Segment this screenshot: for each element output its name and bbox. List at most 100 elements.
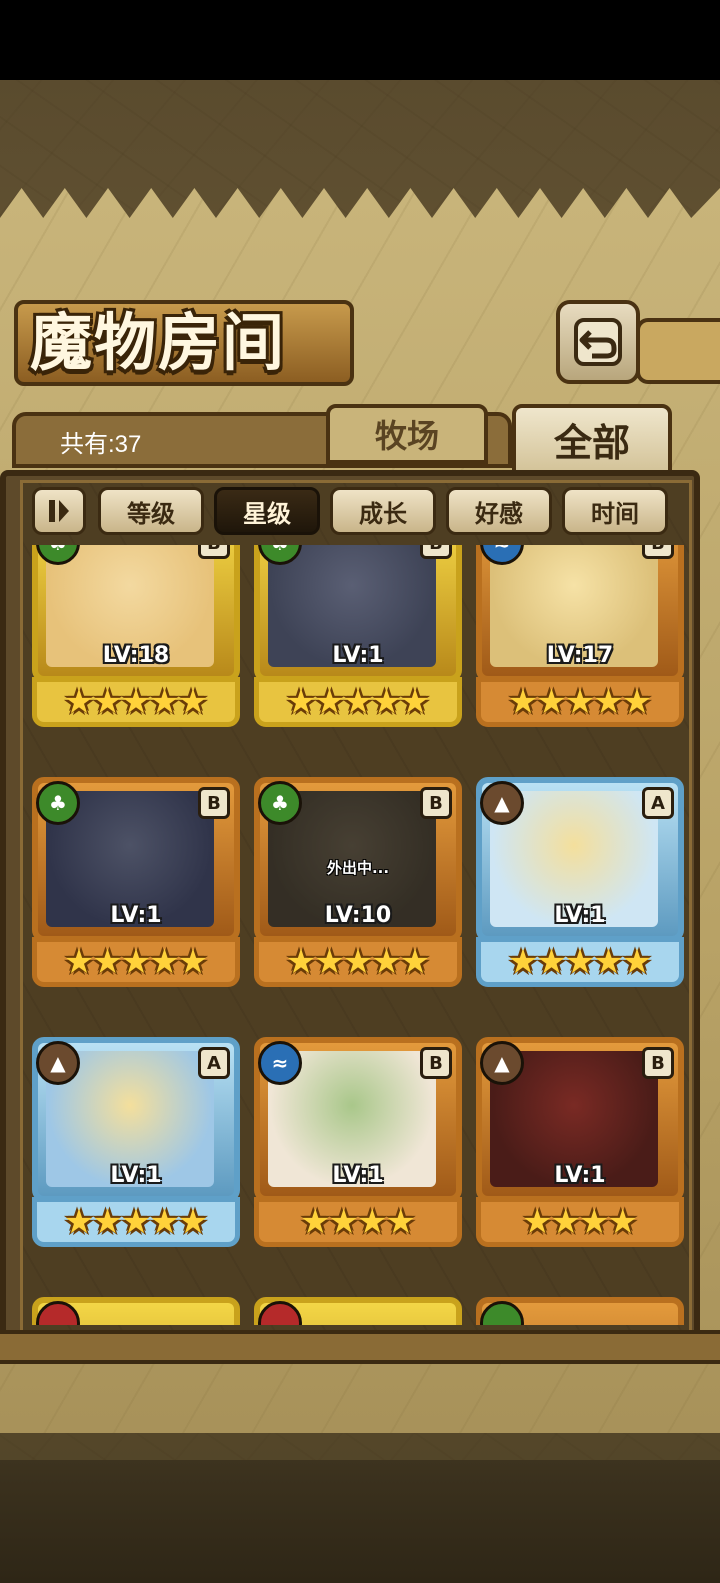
star-icon: ★ xyxy=(63,682,95,722)
star-icon: ★ xyxy=(120,1202,152,1242)
earth-element-icon: ▲ xyxy=(480,1041,524,1085)
monster-grid: ♣BLV:18★★★★★♣BLV:1★★★★★≈BLV:17★★★★★♣BLV:… xyxy=(28,545,688,1325)
star-rating: ★ ★ ★ ★ ★ xyxy=(32,1197,240,1247)
level-label: LV:18 xyxy=(102,643,170,668)
level-label: LV:1 xyxy=(554,1163,606,1188)
star-icon: ★ xyxy=(120,682,152,722)
star-icon: ★ xyxy=(564,942,596,982)
status-bar-area xyxy=(0,0,720,80)
star-icon: ★ xyxy=(342,682,374,722)
star-icon: ★ xyxy=(149,682,180,722)
earth-element-icon: ▲ xyxy=(480,781,524,825)
star-icon: ★ xyxy=(357,1202,388,1242)
level-label: LV:1 xyxy=(332,643,384,668)
monster-card[interactable] xyxy=(32,1297,240,1325)
monster-card[interactable]: ♣BLV:1★★★★★ xyxy=(254,545,462,735)
level-label: LV:17 xyxy=(546,643,614,668)
sort-growth-button[interactable]: 成长 xyxy=(330,487,436,535)
level-label: LV:1 xyxy=(110,903,162,928)
star-icon: ★ xyxy=(300,1202,331,1242)
star-icon: ★ xyxy=(371,682,402,722)
star-icon: ★ xyxy=(63,1202,95,1242)
star-icon: ★ xyxy=(314,942,345,982)
grade-badge: B xyxy=(198,545,230,559)
star-rating: ★ ★ ★ ★ ★ xyxy=(476,677,684,727)
page-title: 魔物房间 xyxy=(30,306,287,379)
level-label: LV:1 xyxy=(332,1163,384,1188)
monster-card[interactable] xyxy=(476,1297,684,1325)
star-icon: ★ xyxy=(593,942,624,982)
monster-card[interactable]: ≈ B LV:1 ★ ★ ★ ★ xyxy=(254,1037,462,1255)
grade-badge: B xyxy=(420,1047,452,1079)
grade-badge: B xyxy=(420,787,452,819)
monster-count: 共有:37 xyxy=(60,431,142,458)
star-icon: ★ xyxy=(177,942,209,982)
sort-order-button[interactable] xyxy=(32,487,86,535)
star-icon: ★ xyxy=(399,682,431,722)
star-icon: ★ xyxy=(593,682,624,722)
star-icon: ★ xyxy=(120,942,152,982)
star-icon: ★ xyxy=(328,1202,359,1242)
sort-order-icon xyxy=(49,500,69,522)
monster-card[interactable]: ≈BLV:17★★★★★ xyxy=(476,545,684,735)
star-icon: ★ xyxy=(314,682,345,722)
grade-badge: B xyxy=(420,545,452,559)
star-rating: ★ ★ ★ ★ ★ xyxy=(32,677,240,727)
star-icon: ★ xyxy=(371,942,402,982)
monster-card[interactable]: ▲ A LV:1 ★ ★ ★ ★ ★ xyxy=(32,1037,240,1255)
grade-badge: B xyxy=(198,787,230,819)
back-button[interactable] xyxy=(556,300,640,384)
sort-time-button[interactable]: 时间 xyxy=(562,487,668,535)
star-icon: ★ xyxy=(92,942,123,982)
wood-element-icon: ♣ xyxy=(36,781,80,825)
grade-badge: B xyxy=(642,545,674,559)
star-rating: ★ ★ ★ ★ xyxy=(476,1197,684,1247)
grade-badge: B xyxy=(642,1047,674,1079)
monster-card[interactable]: ♣ B 外出中... LV:10 ★ ★ ★ ★ ★ xyxy=(254,777,462,995)
star-icon: ★ xyxy=(607,1202,638,1242)
star-icon: ★ xyxy=(621,682,653,722)
star-icon: ★ xyxy=(63,942,95,982)
away-status-label: 外出中... xyxy=(326,859,390,877)
back-button-tab xyxy=(636,318,720,384)
star-icon: ★ xyxy=(177,1202,209,1242)
star-icon: ★ xyxy=(621,942,653,982)
monster-card[interactable]: ▲ B LV:1 ★ ★ ★ ★ xyxy=(476,1037,684,1255)
star-icon: ★ xyxy=(149,942,180,982)
star-icon: ★ xyxy=(564,682,596,722)
star-icon: ★ xyxy=(285,942,317,982)
bottom-background xyxy=(0,1460,720,1583)
star-rating: ★ ★ ★ ★ ★ xyxy=(32,937,240,987)
level-label: LV:1 xyxy=(110,1163,162,1188)
return-arrow-icon xyxy=(574,318,622,366)
earth-element-icon: ▲ xyxy=(36,1041,80,1085)
tab-ranch[interactable]: 牧场 xyxy=(326,404,488,464)
water-element-icon: ≈ xyxy=(258,1041,302,1085)
star-icon: ★ xyxy=(399,942,431,982)
star-rating: ★ ★ ★ ★ ★ xyxy=(254,677,462,727)
star-icon: ★ xyxy=(522,1202,553,1242)
monster-card[interactable] xyxy=(254,1297,462,1325)
monster-card[interactable]: ♣BLV:18★★★★★ xyxy=(32,545,240,735)
monster-card[interactable]: ♣BLV:1★★★★★ xyxy=(32,777,240,995)
grade-badge: A xyxy=(642,787,674,819)
sort-affection-button[interactable]: 好感 xyxy=(446,487,552,535)
star-icon: ★ xyxy=(149,1202,180,1242)
star-rating: ★ ★ ★ ★ xyxy=(254,1197,462,1247)
star-rating: ★ ★ ★ ★ ★ xyxy=(476,937,684,987)
star-icon: ★ xyxy=(536,942,567,982)
star-icon: ★ xyxy=(536,682,567,722)
star-rating: ★ ★ ★ ★ ★ xyxy=(254,937,462,987)
star-icon: ★ xyxy=(385,1202,416,1242)
star-icon: ★ xyxy=(507,942,539,982)
wood-element-icon: ♣ xyxy=(258,781,302,825)
star-icon: ★ xyxy=(507,682,539,722)
sort-level-button[interactable]: 等级 xyxy=(98,487,204,535)
sort-star-button[interactable]: 星级 xyxy=(214,487,320,535)
star-icon: ★ xyxy=(550,1202,581,1242)
tab-all[interactable]: 全部 xyxy=(512,404,672,474)
grade-badge: A xyxy=(198,1047,230,1079)
star-icon: ★ xyxy=(177,682,209,722)
monster-card[interactable]: ▲ A LV:1 ★ ★ ★ ★ ★ xyxy=(476,777,684,995)
level-label: LV:10 xyxy=(324,903,392,928)
